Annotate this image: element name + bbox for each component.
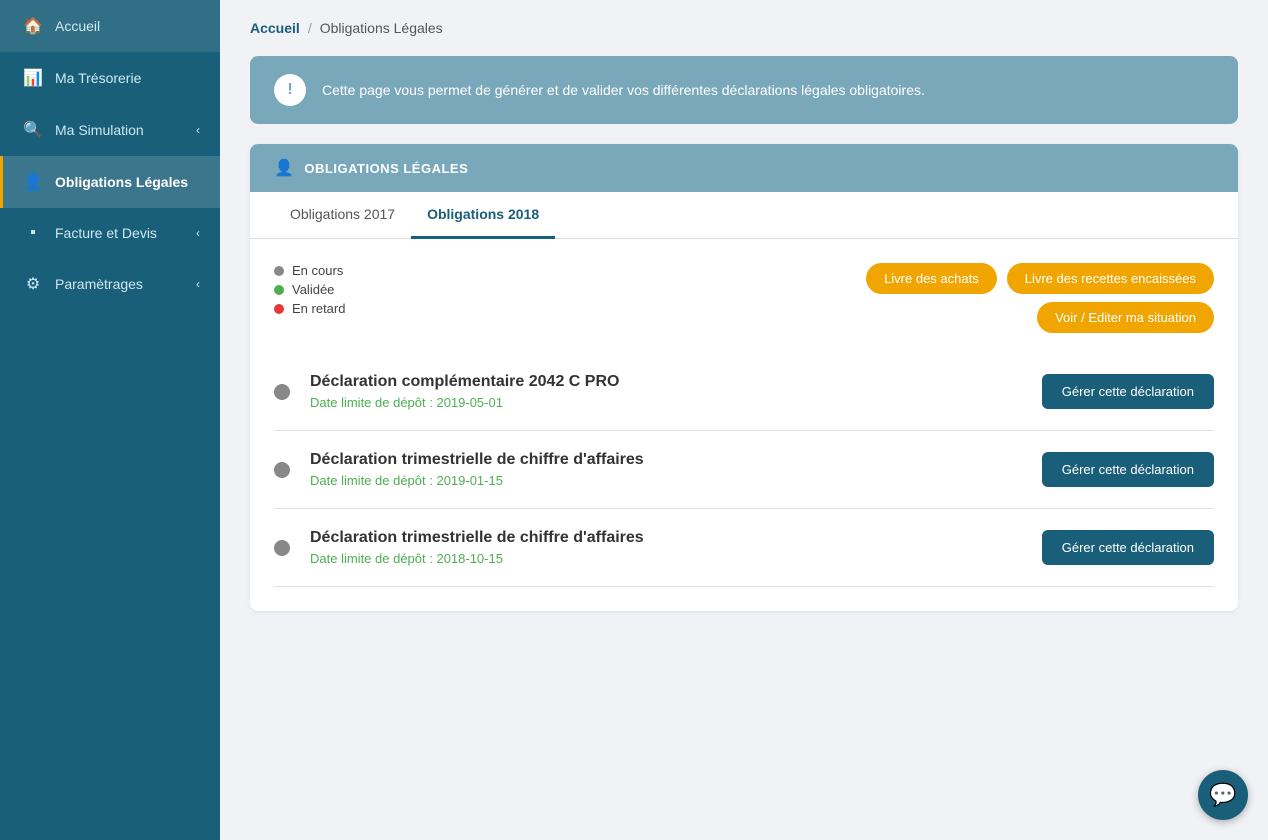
breadcrumb-home[interactable]: Accueil xyxy=(250,20,300,36)
legend: En cours Validée En retard xyxy=(274,263,345,316)
user-icon: 👤 xyxy=(23,172,43,192)
legend-en-cours: En cours xyxy=(274,263,345,278)
info-banner-text: Cette page vous permet de générer et de … xyxy=(322,82,925,98)
declaration-item-3: Déclaration trimestrielle de chiffre d'a… xyxy=(274,509,1214,587)
search-icon: 🔍 xyxy=(23,120,43,140)
sidebar-item-parametrages[interactable]: ⚙ Paramètrages ‹ xyxy=(0,258,220,310)
chat-icon: 💬 xyxy=(1209,782,1236,808)
gerer-declaration-button-1[interactable]: Gérer cette déclaration xyxy=(1042,374,1214,409)
breadcrumb-current: Obligations Légales xyxy=(320,20,443,36)
sidebar-item-label: Accueil xyxy=(55,18,100,34)
legend-en-retard: En retard xyxy=(274,301,345,316)
obligations-card: 👤 OBLIGATIONS LÉGALES Obligations 2017 O… xyxy=(250,144,1238,611)
info-banner: ! Cette page vous permet de générer et d… xyxy=(250,56,1238,124)
user-header-icon: 👤 xyxy=(274,158,294,178)
obligations-header-label: OBLIGATIONS LÉGALES xyxy=(304,161,468,176)
sidebar-item-label: Obligations Légales xyxy=(55,174,188,190)
declaration-status-dot-1 xyxy=(274,384,290,400)
declaration-status-dot-2 xyxy=(274,462,290,478)
obligations-header: 👤 OBLIGATIONS LÉGALES xyxy=(250,144,1238,192)
sidebar: 🏠 Accueil 📊 Ma Trésorerie 🔍 Ma Simulatio… xyxy=(0,0,220,840)
sidebar-item-label: Ma Simulation xyxy=(55,122,144,138)
sidebar-item-accueil[interactable]: 🏠 Accueil xyxy=(0,0,220,52)
declaration-title-1: Déclaration complémentaire 2042 C PRO xyxy=(310,373,1042,391)
action-buttons-row2: Voir / Editer ma situation xyxy=(1037,302,1214,333)
tab-content-2018: En cours Validée En retard Livre des ach… xyxy=(250,239,1238,611)
legend-dot-red xyxy=(274,304,284,314)
declaration-info-1: Déclaration complémentaire 2042 C PRO Da… xyxy=(310,373,1042,410)
declaration-list: Déclaration complémentaire 2042 C PRO Da… xyxy=(274,353,1214,587)
declaration-item-1: Déclaration complémentaire 2042 C PRO Da… xyxy=(274,353,1214,431)
sidebar-item-facture[interactable]: ▪ Facture et Devis ‹ xyxy=(0,208,220,258)
breadcrumb: Accueil / Obligations Légales xyxy=(250,20,1238,36)
legend-dot-gray xyxy=(274,266,284,276)
livre-recettes-button[interactable]: Livre des recettes encaissées xyxy=(1007,263,1214,294)
legend-en-retard-label: En retard xyxy=(292,301,345,316)
info-icon: ! xyxy=(274,74,306,106)
legend-en-cours-label: En cours xyxy=(292,263,343,278)
legend-validee-label: Validée xyxy=(292,282,334,297)
declaration-date-2: Date limite de dépôt : 2019-01-15 xyxy=(310,473,1042,488)
chevron-right-icon: ‹ xyxy=(196,226,200,240)
chat-bubble[interactable]: 💬 xyxy=(1198,770,1248,820)
document-icon: ▪ xyxy=(23,224,43,242)
breadcrumb-separator: / xyxy=(308,20,312,36)
sidebar-item-tresorerie[interactable]: 📊 Ma Trésorerie xyxy=(0,52,220,104)
gerer-declaration-button-3[interactable]: Gérer cette déclaration xyxy=(1042,530,1214,565)
tabs-bar: Obligations 2017 Obligations 2018 xyxy=(250,192,1238,239)
chevron-right-icon-2: ‹ xyxy=(196,277,200,291)
home-icon: 🏠 xyxy=(23,16,43,36)
gear-icon: ⚙ xyxy=(23,274,43,294)
sidebar-item-label: Paramètrages xyxy=(55,276,143,292)
action-buttons: Livre des achats Livre des recettes enca… xyxy=(866,263,1214,333)
sidebar-item-simulation[interactable]: 🔍 Ma Simulation ‹ xyxy=(0,104,220,156)
sidebar-item-label: Facture et Devis xyxy=(55,225,157,241)
chart-icon: 📊 xyxy=(23,68,43,88)
legend-dot-green xyxy=(274,285,284,295)
tab-2018[interactable]: Obligations 2018 xyxy=(411,192,555,239)
voir-editer-button[interactable]: Voir / Editer ma situation xyxy=(1037,302,1214,333)
declaration-title-3: Déclaration trimestrielle de chiffre d'a… xyxy=(310,529,1042,547)
main-content: Accueil / Obligations Légales ! Cette pa… xyxy=(220,0,1268,840)
sidebar-item-label: Ma Trésorerie xyxy=(55,70,141,86)
declaration-info-3: Déclaration trimestrielle de chiffre d'a… xyxy=(310,529,1042,566)
declaration-date-1: Date limite de dépôt : 2019-05-01 xyxy=(310,395,1042,410)
declaration-info-2: Déclaration trimestrielle de chiffre d'a… xyxy=(310,451,1042,488)
declaration-date-3: Date limite de dépôt : 2018-10-15 xyxy=(310,551,1042,566)
tab-2017[interactable]: Obligations 2017 xyxy=(274,192,411,239)
gerer-declaration-button-2[interactable]: Gérer cette déclaration xyxy=(1042,452,1214,487)
legend-validee: Validée xyxy=(274,282,345,297)
legend-actions-row: En cours Validée En retard Livre des ach… xyxy=(274,263,1214,333)
declaration-title-2: Déclaration trimestrielle de chiffre d'a… xyxy=(310,451,1042,469)
declaration-item-2: Déclaration trimestrielle de chiffre d'a… xyxy=(274,431,1214,509)
declaration-status-dot-3 xyxy=(274,540,290,556)
action-buttons-row1: Livre des achats Livre des recettes enca… xyxy=(866,263,1214,294)
sidebar-item-obligations[interactable]: 👤 Obligations Légales xyxy=(0,156,220,208)
livre-achats-button[interactable]: Livre des achats xyxy=(866,263,997,294)
chevron-down-icon: ‹ xyxy=(196,123,200,137)
